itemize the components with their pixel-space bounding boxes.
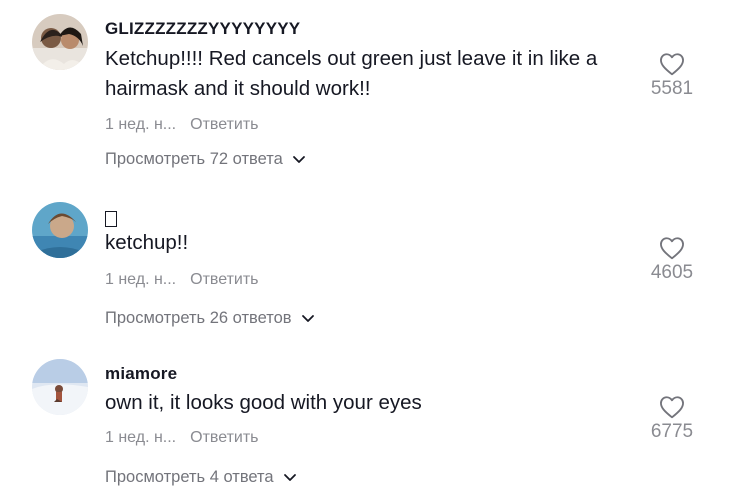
comment-text: Ketchup!!!! Red cancels out green just l… [105, 47, 598, 100]
view-replies-label: Просмотреть 4 ответа [105, 468, 274, 486]
view-replies-button[interactable]: Просмотреть 26 ответов [105, 309, 315, 328]
missing-glyph-icon [105, 211, 117, 227]
comment-meta: 1 нед. н... Ответить [105, 429, 259, 447]
comment-date: 1 нед. н... [105, 429, 177, 446]
like-count: 5581 [650, 78, 694, 99]
avatar[interactable] [32, 202, 88, 258]
like-button[interactable]: 6775 [632, 395, 712, 443]
comment-text: own it, it looks good with your eyes [105, 391, 422, 414]
heart-icon [660, 237, 684, 260]
reply-button[interactable]: Ответить [190, 429, 258, 446]
view-replies-button[interactable]: Просмотреть 4 ответа [105, 468, 297, 487]
avatar[interactable] [32, 14, 88, 70]
comment-date: 1 нед. н... [105, 116, 177, 133]
comment-username[interactable]: GLIZZZZZZZYYYYYYYY [105, 19, 300, 39]
like-button[interactable]: 4605 [632, 236, 712, 284]
reply-button[interactable]: Ответить [190, 116, 258, 133]
avatar[interactable] [32, 359, 88, 415]
chevron-down-icon [301, 309, 315, 328]
view-replies-label: Просмотреть 26 ответов [105, 309, 292, 327]
comment-text: ketchup!! [105, 231, 189, 254]
chevron-down-icon [283, 468, 297, 487]
comment-meta: 1 нед. н... Ответить [105, 116, 259, 134]
comment-date: 1 нед. н... [105, 271, 177, 288]
comment-username[interactable]: miamore [105, 364, 177, 384]
like-button[interactable]: 5581 [632, 52, 712, 100]
view-replies-label: Просмотреть 72 ответа [105, 150, 283, 168]
chevron-down-icon [292, 150, 306, 169]
heart-icon [660, 53, 684, 76]
comment-item: ketchup!! 1 нед. н... Ответить Просмотрет… [0, 190, 740, 340]
view-replies-button[interactable]: Просмотреть 72 ответа [105, 150, 306, 169]
like-count: 4605 [650, 262, 694, 283]
comment-item: miamore own it, it looks good with your … [0, 340, 740, 503]
heart-icon [660, 396, 684, 419]
like-count: 6775 [650, 421, 694, 442]
comment-meta: 1 нед. н... Ответить [105, 271, 259, 289]
reply-button[interactable]: Ответить [190, 271, 258, 288]
comment-item: GLIZZZZZZZYYYYYYYY Ketchup!!!! Red cance… [0, 0, 740, 190]
